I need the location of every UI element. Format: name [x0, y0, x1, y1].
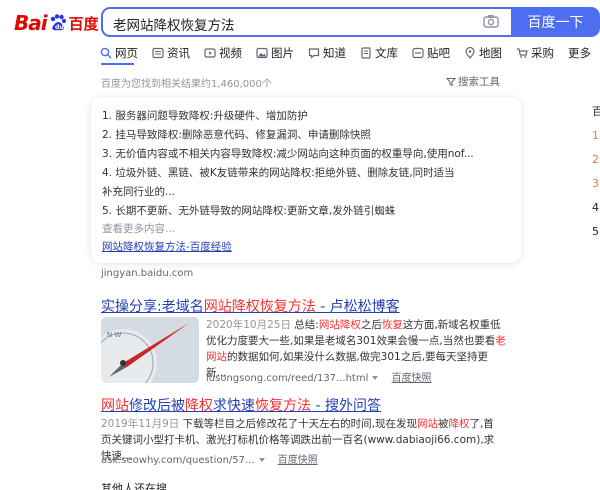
hot-list-rank[interactable]: 3	[592, 172, 600, 196]
title-text: - 卢松松博客	[315, 299, 400, 315]
hot-list-rank[interactable]: 2	[592, 148, 600, 172]
svg-text:N W: N W	[107, 331, 121, 339]
tab-label: 文库	[375, 46, 398, 60]
dropdown-icon[interactable]	[258, 458, 265, 462]
hot-list-rank[interactable]: 1	[592, 124, 600, 148]
tab-news[interactable]: 资讯	[152, 44, 190, 62]
tab-video[interactable]: 视频	[204, 44, 242, 62]
tab-purchase[interactable]: 采购	[516, 44, 554, 62]
answer-source-link[interactable]: 网站降权恢复方法-百度经验	[102, 238, 521, 257]
baidu-logo[interactable]: Bai du 百度	[14, 10, 99, 36]
summary-text: 总结:	[294, 319, 319, 331]
tab-images[interactable]: 图片	[256, 44, 294, 62]
title-highlight: 网站降权恢复方法	[203, 299, 316, 315]
map-icon	[465, 47, 475, 59]
tab-more[interactable]: 更多	[568, 44, 591, 62]
see-more-link[interactable]: 查看更多内容...	[102, 221, 521, 238]
tab-label: 视频	[219, 46, 242, 60]
search-query[interactable]: 老网站降权恢复方法	[113, 14, 235, 34]
title-text: - 搜外问答	[311, 398, 381, 414]
title-highlight: 降权	[185, 398, 213, 414]
summary-highlight: 网站降权	[318, 319, 361, 331]
result-url-row: lusongsong.com/reed/137...html 百度快照	[206, 369, 432, 384]
related-searches-heading: 其他人还在搜	[101, 482, 167, 490]
summary-text: 被	[437, 418, 449, 430]
result-url-row: ask.seowhy.com/question/57... 百度快照	[101, 451, 318, 466]
result-thumbnail[interactable]: N W	[101, 317, 199, 383]
result-date: 2020年10月25日	[206, 319, 291, 331]
result-count: 百度为您找到相关结果约1,460,000个	[101, 79, 272, 90]
result-url[interactable]: lusongsong.com/reed/137...html	[206, 373, 368, 384]
filter-icon	[446, 77, 456, 86]
answer-site-url: jingyan.baidu.com	[101, 268, 194, 279]
search-input[interactable]: 老网站降权恢复方法	[101, 7, 511, 37]
svg-text:du: du	[55, 24, 64, 31]
snapshot-link[interactable]: 百度快照	[392, 373, 432, 384]
hot-list-rank[interactable]: 4	[592, 196, 600, 220]
tab-label: 采购	[531, 46, 554, 60]
answer-line: 5. 长期不更新、无外链导致的网站降权:更新文章,发外链引蜘蛛	[102, 205, 396, 217]
forum-icon	[412, 47, 424, 59]
camera-icon[interactable]	[483, 14, 499, 28]
title-highlight: 网站	[101, 398, 129, 414]
result-url[interactable]: ask.seowhy.com/question/57...	[101, 455, 255, 466]
cart-icon	[517, 48, 528, 58]
title-text: 求快速	[213, 398, 255, 414]
compass-image: N W	[101, 317, 199, 383]
active-tab-indicator	[101, 63, 134, 65]
dropdown-icon[interactable]	[372, 376, 379, 380]
video-icon	[204, 48, 216, 58]
result-date: 2019年11月9日	[101, 418, 180, 430]
logo-text-bai: Bai	[14, 11, 48, 35]
tab-label: 知道	[323, 46, 346, 60]
snapshot-link[interactable]: 百度快照	[278, 455, 318, 466]
answer-line: 2. 挂马导致降权:删除恶意代码、修复漏洞、申请删除快照	[102, 129, 371, 141]
tab-zhidao[interactable]: 知道	[308, 44, 346, 62]
logo-text-cn: 百度	[68, 14, 99, 33]
tab-label: 地图	[479, 46, 502, 60]
title-highlight: 恢复方法	[255, 398, 311, 414]
answer-line: 3. 无价值内容或不相关内容导致降权:减少网站向这种页面的权重导向,使用nof.…	[102, 148, 474, 160]
news-icon	[152, 47, 164, 59]
title-text: 修改后被	[129, 398, 185, 414]
hot-list-rank[interactable]: 5	[592, 220, 600, 244]
hot-list-heading: 百	[592, 105, 600, 118]
tab-label: 网页	[115, 46, 138, 60]
tab-label: 图片	[271, 46, 294, 60]
tab-label: 资讯	[167, 46, 190, 60]
summary-text: 下载等栏目之后修改花了十天左右的时间,现在发现	[182, 418, 417, 430]
result-title[interactable]: 网站修改后被降权求快速恢复方法 - 搜外问答	[101, 395, 381, 415]
answer-line: 4. 垃圾外链、黑链、被K友链带来的网站降权:拒绝外链、删除友链,同时适当补充同…	[102, 167, 455, 198]
summary-text: 之后	[360, 319, 382, 331]
tab-label: 贴吧	[427, 46, 450, 60]
title-text: 实操分享:老域名	[101, 299, 204, 315]
summary-highlight: 降权	[448, 418, 470, 430]
answer-card: 1. 服务器问题导致降权:升级硬件、增加防护 2. 挂马导致降权:删除恶意代码、…	[91, 97, 521, 263]
tab-label: 更多	[568, 46, 591, 60]
tab-map[interactable]: 地图	[464, 44, 502, 62]
summary-highlight: 恢复	[381, 319, 403, 331]
tab-wenku[interactable]: 文库	[360, 44, 398, 62]
paw-icon: du	[50, 14, 66, 31]
hot-list-sidebar: 百 1 2 3 4 5	[592, 100, 600, 244]
summary-highlight: 网站	[416, 418, 438, 430]
tab-tieba[interactable]: 贴吧	[412, 44, 450, 62]
search-icon	[100, 47, 112, 59]
tab-web[interactable]: 网页	[100, 44, 138, 62]
search-tools-label: 搜索工具	[458, 76, 500, 88]
search-tabs: 网页 资讯 视频 图片 知道 文库 贴吧 地图 采购 更多	[100, 44, 600, 62]
answer-line: 1. 服务器问题导致降权:升级硬件、增加防护	[102, 110, 308, 122]
search-button[interactable]: 百度一下	[511, 7, 600, 37]
search-tools-button[interactable]: 搜索工具	[446, 74, 500, 89]
image-icon	[256, 47, 268, 59]
result-title[interactable]: 实操分享:老域名网站降权恢复方法 - 卢松松博客	[101, 296, 400, 316]
question-icon	[308, 48, 320, 59]
document-icon	[361, 47, 371, 59]
